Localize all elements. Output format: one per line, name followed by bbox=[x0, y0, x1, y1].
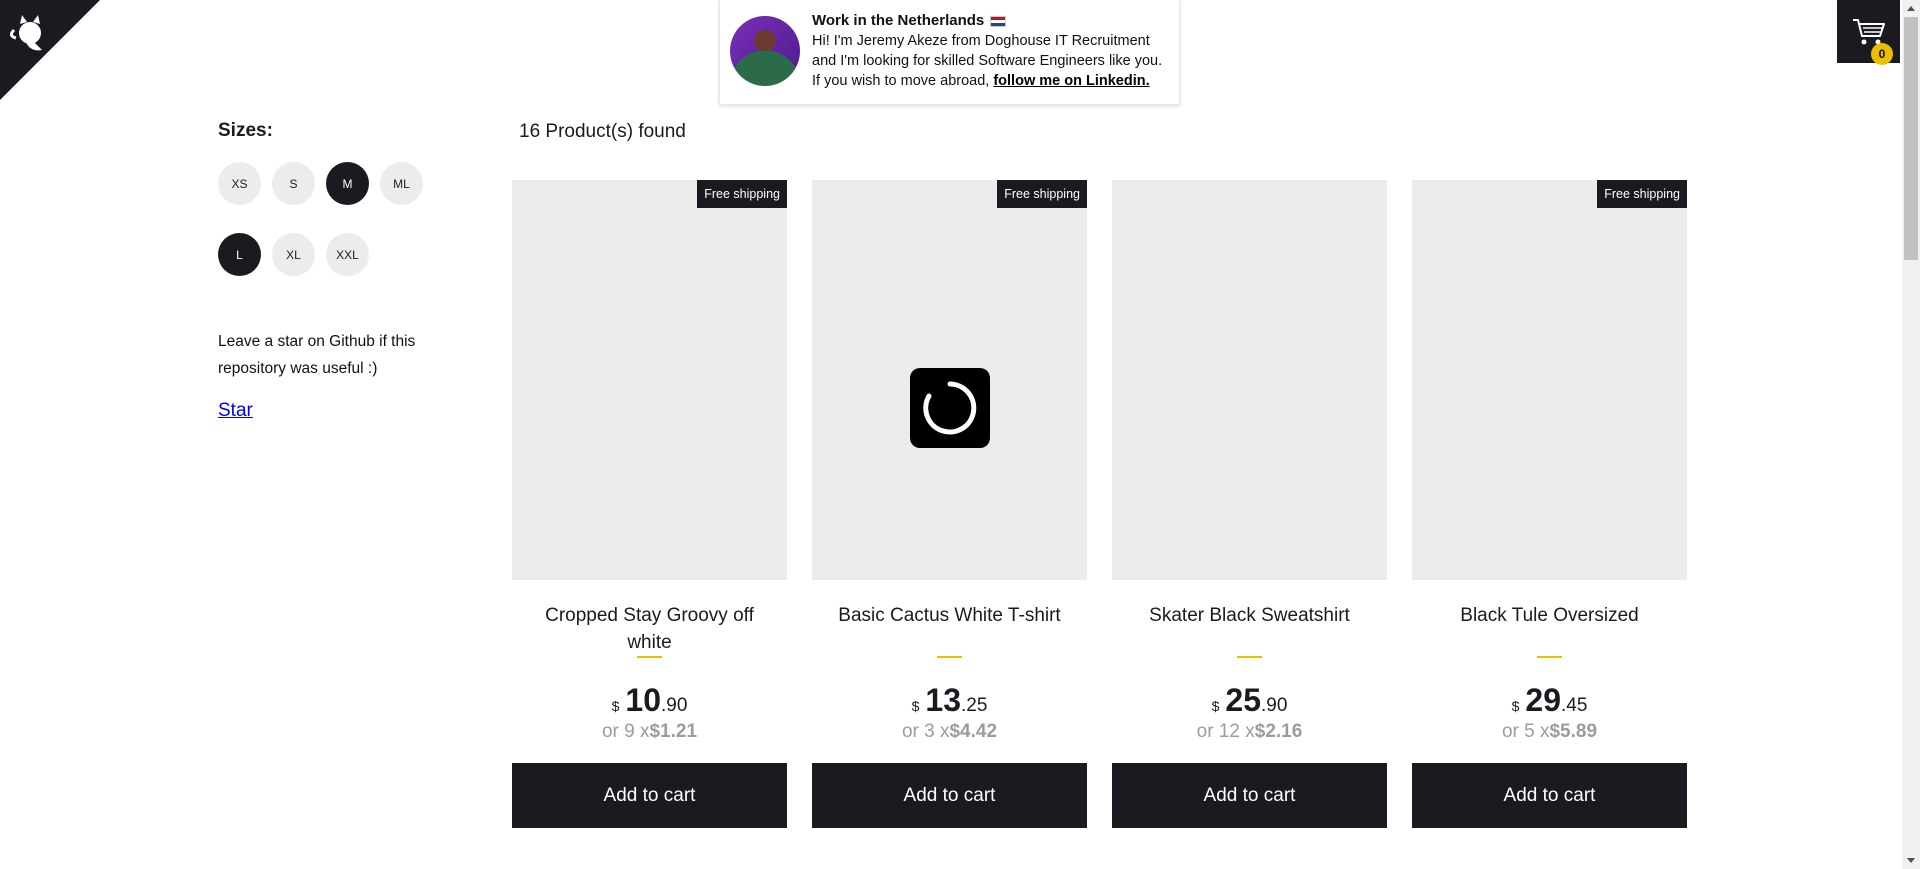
size-chip-s[interactable]: S bbox=[272, 162, 315, 205]
scroll-up-arrow-icon[interactable] bbox=[1902, 0, 1920, 17]
product-price: $29.45 bbox=[1512, 682, 1588, 719]
price-currency: $ bbox=[911, 698, 920, 714]
products-found-count: 16 Product(s) found bbox=[519, 121, 686, 142]
add-to-cart-button[interactable]: Add to cart bbox=[1412, 763, 1687, 828]
recruiter-banner: Work in the Netherlands Hi! I'm Jeremy A… bbox=[719, 0, 1180, 105]
free-shipping-badge: Free shipping bbox=[697, 180, 787, 208]
installment-value: $2.16 bbox=[1254, 721, 1303, 742]
size-chip-xl[interactable]: XL bbox=[272, 233, 315, 276]
installment-info: or 5 x$5.89 bbox=[1502, 721, 1597, 743]
title-divider bbox=[1237, 656, 1262, 658]
sizes-title: Sizes: bbox=[218, 120, 273, 141]
cart-button[interactable]: 0 bbox=[1837, 0, 1900, 65]
cart-count-badge: 0 bbox=[1871, 43, 1893, 65]
installment-value: $4.42 bbox=[949, 721, 998, 742]
sizes-filter: XS S M ML L XL XXL bbox=[218, 162, 438, 304]
product-image[interactable]: Free shipping bbox=[512, 180, 787, 580]
size-chip-xs[interactable]: XS bbox=[218, 162, 261, 205]
price-integer: 29 bbox=[1525, 682, 1561, 718]
add-to-cart-button[interactable]: Add to cart bbox=[812, 763, 1087, 828]
price-currency: $ bbox=[1211, 698, 1220, 714]
add-to-cart-button[interactable]: Add to cart bbox=[1112, 763, 1387, 828]
product-image[interactable] bbox=[1112, 180, 1387, 580]
title-divider bbox=[1537, 656, 1562, 658]
banner-title: Work in the Netherlands bbox=[812, 12, 985, 29]
installment-info: or 3 x$4.42 bbox=[902, 721, 997, 743]
product-title: Cropped Stay Groovy off white bbox=[545, 605, 754, 653]
product-title: Black Tule Oversized bbox=[1460, 605, 1639, 626]
github-star-link[interactable]: Star bbox=[218, 400, 253, 422]
product-image[interactable]: Free shipping bbox=[812, 180, 1087, 580]
installment-prefix: or 9 x bbox=[601, 721, 650, 742]
price-currency: $ bbox=[1511, 698, 1520, 714]
linkedin-follow-link[interactable]: follow me on Linkedin. bbox=[993, 73, 1149, 89]
recruiter-avatar bbox=[730, 16, 800, 86]
github-corner-link[interactable] bbox=[0, 0, 100, 100]
product-card[interactable]: Skater Black Sweatshirt $25.90 or 12 x$2.1… bbox=[1112, 180, 1387, 828]
free-shipping-badge: Free shipping bbox=[997, 180, 1087, 208]
installment-value: $1.21 bbox=[649, 721, 698, 742]
page-scrollbar[interactable] bbox=[1902, 0, 1920, 869]
banner-line-2: and I'm looking for skilled Software Eng… bbox=[812, 53, 1163, 69]
scrollbar-thumb[interactable] bbox=[1904, 17, 1918, 260]
product-title: Basic Cactus White T-shirt bbox=[838, 605, 1061, 626]
installment-info: or 12 x$2.16 bbox=[1197, 721, 1303, 743]
netherlands-flag-icon bbox=[990, 15, 1007, 27]
price-decimal: .90 bbox=[1260, 695, 1288, 716]
installment-prefix: or 3 x bbox=[901, 721, 950, 742]
product-title: Skater Black Sweatshirt bbox=[1149, 605, 1350, 626]
size-chip-ml[interactable]: ML bbox=[380, 162, 423, 205]
products-grid: Free shipping Cropped Stay Groovy off whi… bbox=[512, 180, 1692, 828]
price-integer: 13 bbox=[925, 682, 961, 718]
add-to-cart-button[interactable]: Add to cart bbox=[512, 763, 787, 828]
installment-prefix: or 5 x bbox=[1501, 721, 1550, 742]
scroll-down-arrow-icon[interactable] bbox=[1902, 852, 1920, 869]
github-octocat-icon bbox=[0, 0, 100, 100]
github-note: Leave a star on Github if this repositor… bbox=[218, 333, 416, 377]
title-divider bbox=[937, 656, 962, 658]
filters-sidebar: Sizes: XS S M ML L XL XXL Leave a star on Gith… bbox=[218, 120, 458, 422]
product-image[interactable]: Free shipping bbox=[1412, 180, 1687, 580]
price-currency: $ bbox=[611, 698, 620, 714]
loading-spinner-icon bbox=[909, 367, 990, 448]
product-price: $10.90 bbox=[612, 682, 688, 719]
installment-info: or 9 x$1.21 bbox=[602, 721, 697, 743]
installment-value: $5.89 bbox=[1549, 721, 1598, 742]
product-price: $25.90 bbox=[1212, 682, 1288, 719]
product-card[interactable]: Free shipping Basic Cactus White T-shirt $… bbox=[812, 180, 1087, 828]
price-integer: 25 bbox=[1225, 682, 1261, 718]
cart-icon bbox=[1852, 18, 1885, 44]
product-price: $13.25 bbox=[912, 682, 988, 719]
size-chip-xxl[interactable]: XXL bbox=[326, 233, 369, 276]
size-chip-l[interactable]: L bbox=[218, 233, 261, 276]
price-decimal: .25 bbox=[960, 695, 988, 716]
price-decimal: .90 bbox=[660, 695, 688, 716]
price-integer: 10 bbox=[625, 682, 661, 718]
product-card[interactable]: Free shipping Cropped Stay Groovy off whi… bbox=[512, 180, 787, 828]
size-chip-m[interactable]: M bbox=[326, 162, 369, 205]
price-decimal: .45 bbox=[1560, 695, 1588, 716]
banner-text: Work in the Netherlands Hi! I'm Jeremy A… bbox=[812, 11, 1162, 91]
title-divider bbox=[637, 656, 662, 658]
product-card[interactable]: Free shipping Black Tule Oversized $29.45 o… bbox=[1412, 180, 1687, 828]
free-shipping-badge: Free shipping bbox=[1597, 180, 1687, 208]
banner-line-1: Hi! I'm Jeremy Akeze from Doghouse IT Re… bbox=[812, 33, 1150, 49]
installment-prefix: or 12 x bbox=[1196, 721, 1255, 742]
banner-line-3: If you wish to move abroad, bbox=[812, 73, 994, 89]
